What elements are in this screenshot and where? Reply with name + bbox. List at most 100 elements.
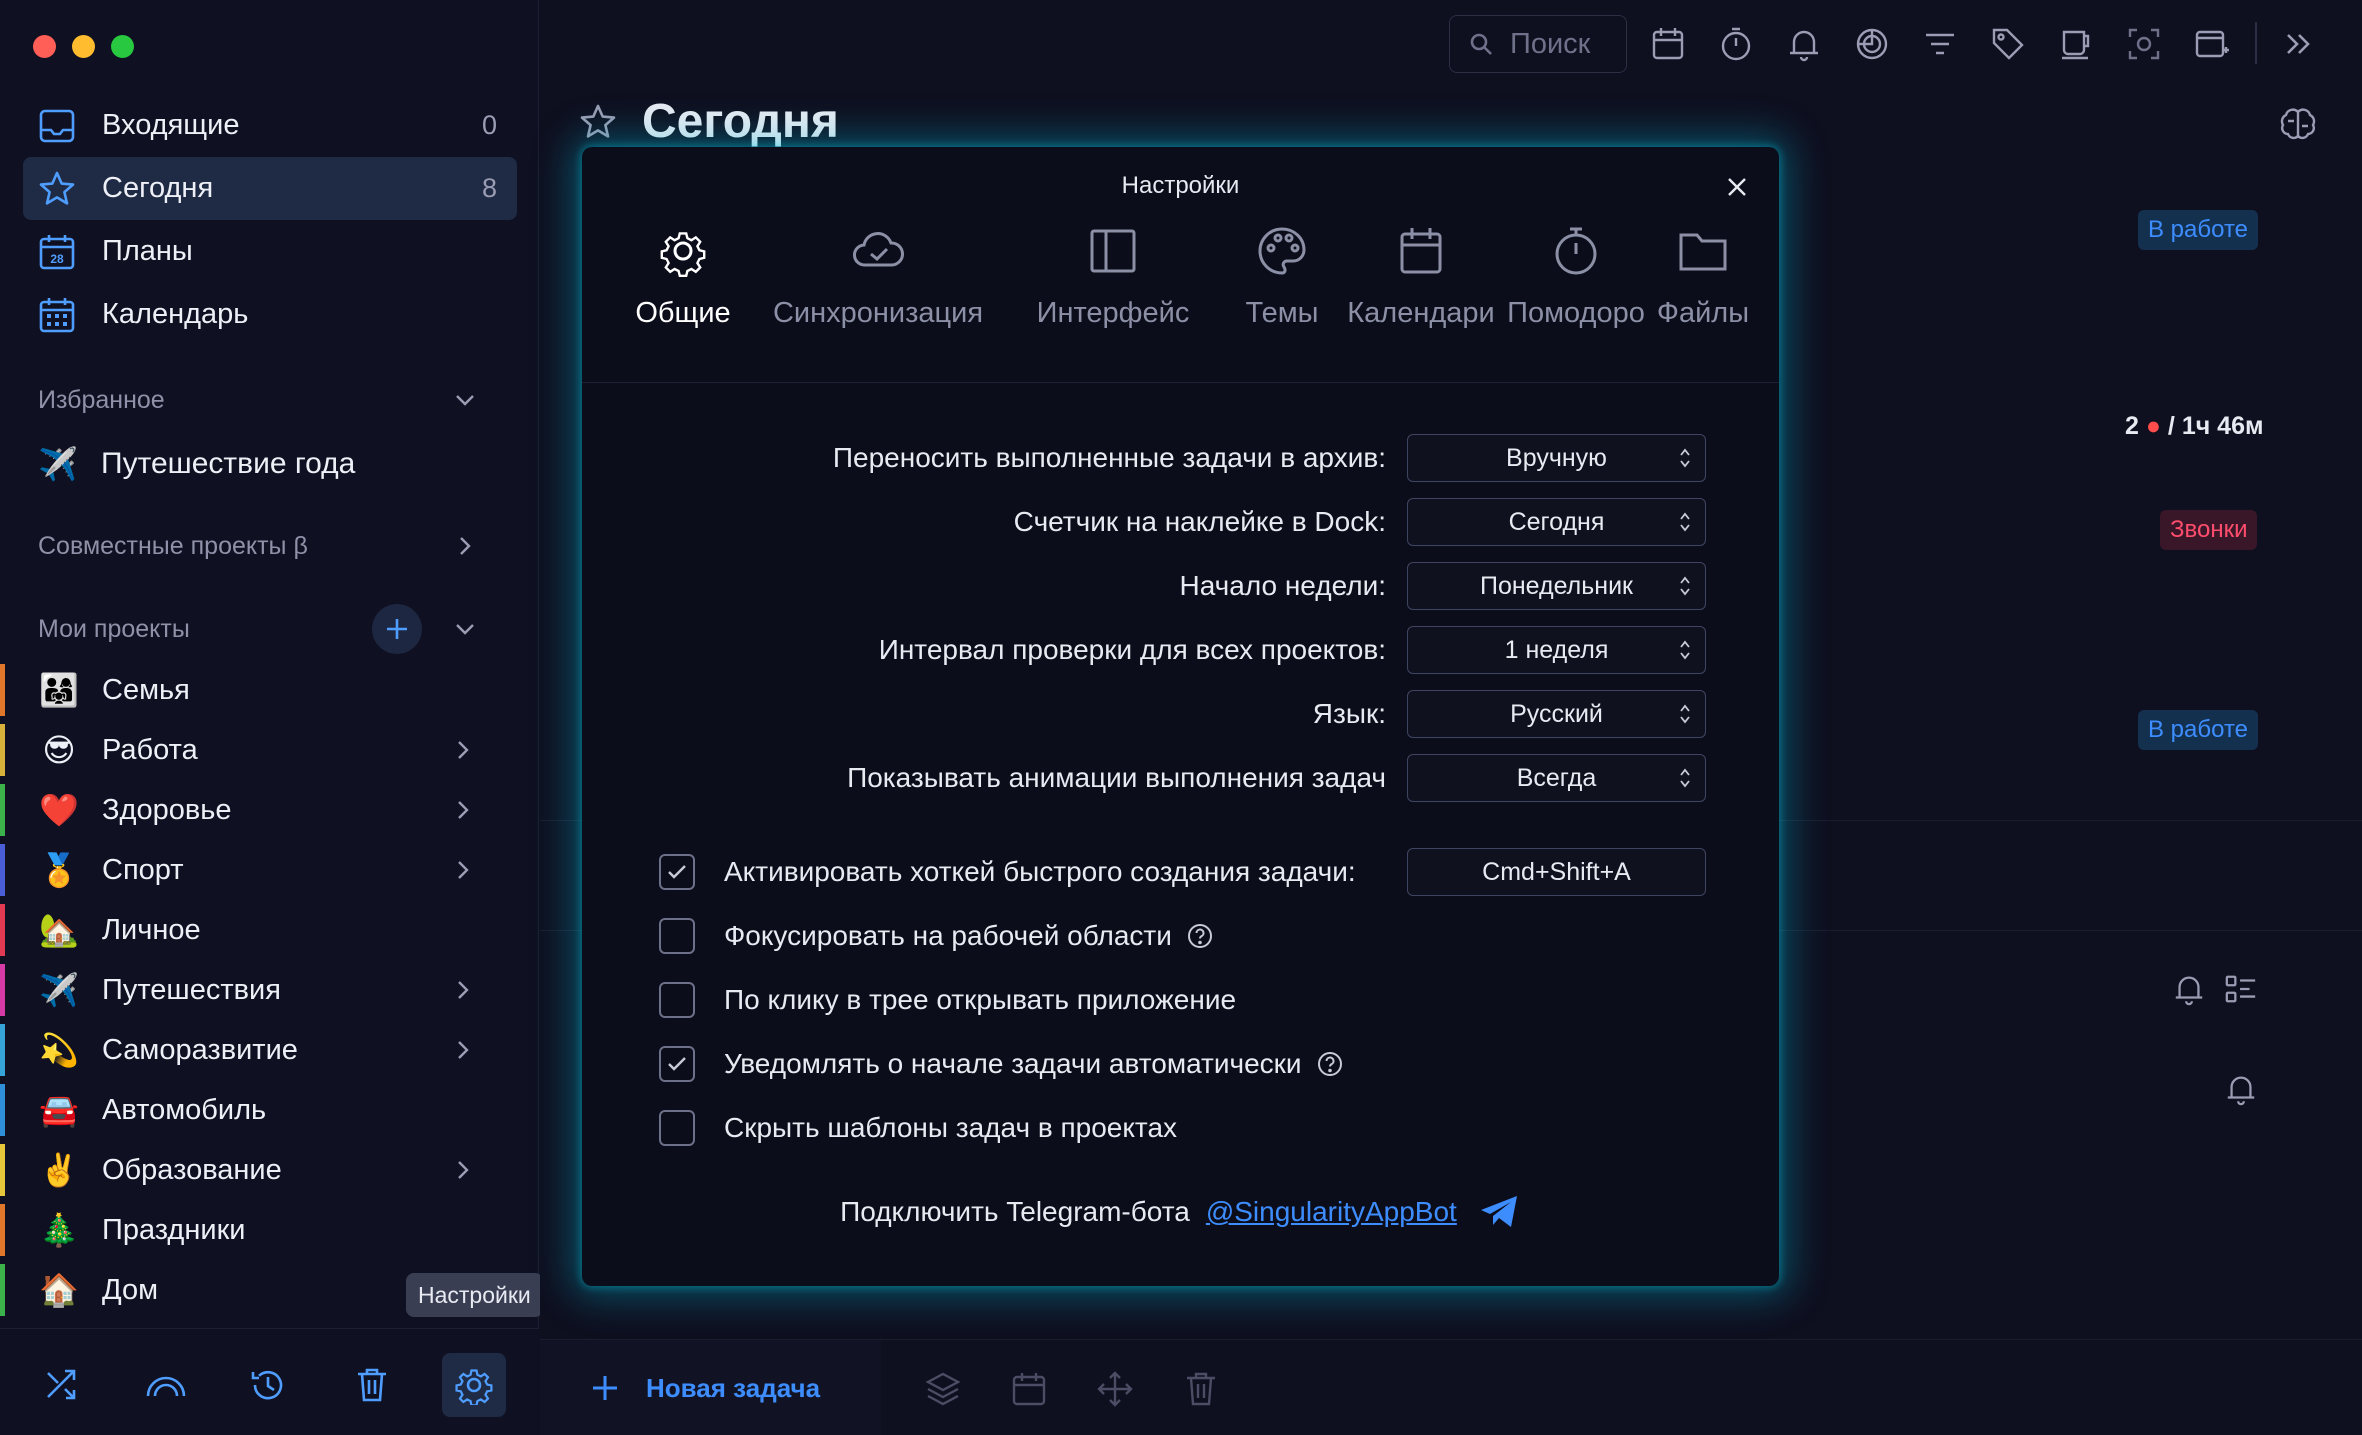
project-item[interactable]: 🎄 Праздники [0, 1200, 539, 1260]
favorites-section-header[interactable]: Избранное [38, 380, 478, 420]
filter-icon[interactable] [1922, 26, 1958, 62]
project-label: Праздники [102, 1213, 246, 1246]
shuffle-button[interactable] [30, 1353, 94, 1417]
tab-label: Интерфейс [1036, 297, 1190, 329]
week-start-select[interactable]: Понедельник [1407, 562, 1706, 610]
help-icon[interactable] [1316, 1050, 1344, 1078]
telegram-bot-link[interactable]: @SingularityAppBot [1206, 1196, 1457, 1228]
project-item[interactable]: ✈️ Путешествия [0, 960, 539, 1020]
palette-icon [1258, 227, 1306, 275]
zoom-window-button[interactable] [111, 35, 134, 58]
telegram-icon[interactable] [1479, 1194, 1521, 1230]
close-icon[interactable] [1723, 173, 1751, 201]
tab-themes[interactable]: Темы [1227, 223, 1337, 330]
focus-icon[interactable] [1854, 26, 1890, 62]
tab-calendars[interactable]: Календари [1346, 223, 1496, 330]
updown-arrows-icon [1680, 448, 1690, 468]
chevron-right-icon[interactable] [450, 1037, 476, 1063]
tray-click-checkbox[interactable] [659, 982, 695, 1018]
tab-files[interactable]: Файлы [1655, 223, 1751, 330]
folder-icon [1679, 233, 1727, 271]
hide-templates-row[interactable]: Скрыть шаблоны задач в проектах [659, 1104, 1177, 1152]
help-icon[interactable] [1186, 922, 1214, 950]
project-item[interactable]: 🚘 Автомобиль [0, 1080, 539, 1140]
cup-icon[interactable] [2058, 26, 2094, 62]
hotkey-field[interactable]: Cmd+Shift+A [1407, 848, 1706, 896]
nav-item-inbox[interactable]: Входящие 0 [23, 94, 517, 157]
review-interval-select[interactable]: 1 неделя [1407, 626, 1706, 674]
bell-icon[interactable] [2224, 1072, 2258, 1106]
focus-workspace-checkbox[interactable] [659, 918, 695, 954]
telegram-label: Подключить Telegram-бота [840, 1196, 1190, 1227]
tab-interface[interactable]: Интерфейс [1008, 223, 1218, 330]
dock-badge-select[interactable]: Сегодня [1407, 498, 1706, 546]
calendar-icon[interactable] [1010, 1370, 1048, 1408]
project-item[interactable]: 🏡 Личное [0, 900, 539, 960]
tab-sync[interactable]: Синхронизация [758, 223, 998, 330]
chevron-down-icon[interactable] [452, 616, 478, 642]
project-item[interactable]: 💫 Саморазвитие [0, 1020, 539, 1080]
nav-item-calendar[interactable]: Календарь [23, 283, 517, 346]
nav-item-plans[interactable]: 28 Планы [23, 220, 517, 283]
animation-select[interactable]: Всегда [1407, 754, 1706, 802]
history-button[interactable] [236, 1353, 300, 1417]
double-chevron-right-icon[interactable] [2280, 26, 2316, 62]
chevron-right-icon[interactable] [450, 857, 476, 883]
focus-workspace-row[interactable]: Фокусировать на рабочей области [659, 912, 1214, 960]
chevron-right-icon[interactable] [450, 977, 476, 1003]
nav-item-today[interactable]: Сегодня 8 [23, 157, 517, 220]
timer-icon[interactable] [1718, 26, 1754, 62]
hotkey-check-row[interactable]: Активировать хоткей быстрого создания за… [659, 848, 1356, 896]
add-project-button[interactable] [372, 604, 422, 654]
project-emoji-icon: 👨‍👩‍👧 [39, 672, 79, 708]
chevron-right-icon[interactable] [452, 533, 478, 559]
chevron-right-icon[interactable] [450, 1157, 476, 1183]
new-task-button[interactable]: Новая задача [540, 1340, 881, 1435]
project-item[interactable]: 🏅 Спорт [0, 840, 539, 900]
archive-select[interactable]: Вручную [1407, 434, 1706, 482]
project-item[interactable]: ✌️ Образование [0, 1140, 539, 1200]
sidebar-toolbar [0, 1328, 539, 1435]
trash-icon[interactable] [1182, 1370, 1220, 1408]
project-item[interactable]: ❤️ Здоровье [0, 780, 539, 840]
chevron-right-icon[interactable] [450, 797, 476, 823]
tag-icon[interactable] [1990, 26, 2026, 62]
layers-icon[interactable] [924, 1370, 962, 1408]
settings-button[interactable] [442, 1353, 506, 1417]
project-color-bar [0, 1204, 5, 1256]
project-item[interactable]: 😎 Работа [0, 720, 539, 780]
search-placeholder: Поиск [1510, 27, 1591, 60]
add-window-icon[interactable] [2194, 26, 2230, 62]
calendar-icon[interactable] [1650, 26, 1686, 62]
new-task-label: Новая задача [646, 1372, 821, 1403]
close-window-button[interactable] [33, 35, 56, 58]
move-icon[interactable] [1096, 1370, 1134, 1408]
auto-notify-checkbox[interactable] [659, 1046, 695, 1082]
trash-button[interactable] [340, 1353, 404, 1417]
hotkey-checkbox[interactable] [659, 854, 695, 890]
habits-button[interactable] [134, 1353, 198, 1417]
minimize-window-button[interactable] [72, 35, 95, 58]
auto-notify-row[interactable]: Уведомлять о начале задачи автоматически [659, 1040, 1344, 1088]
bell-icon[interactable] [1786, 26, 1822, 62]
project-item[interactable]: 👨‍👩‍👧 Семья [0, 660, 539, 720]
bell-icon[interactable] [2172, 972, 2206, 1006]
tag-badge[interactable]: Звонки [2160, 510, 2258, 550]
language-select[interactable]: Русский [1407, 690, 1706, 738]
search-field[interactable]: Поиск [1449, 15, 1627, 73]
hide-templates-checkbox[interactable] [659, 1110, 695, 1146]
tab-pomodoro[interactable]: Помодоро [1503, 223, 1649, 330]
chevron-down-icon[interactable] [452, 387, 478, 413]
chevron-right-icon[interactable] [450, 737, 476, 763]
tab-general[interactable]: Общие [618, 223, 748, 330]
shared-projects-header[interactable]: Совместные проекты β [38, 526, 478, 566]
select-value: Сегодня [1508, 507, 1605, 536]
tray-click-row[interactable]: По клику в трее открывать приложение [659, 976, 1236, 1024]
favorite-item[interactable]: ✈️ Путешествие года [37, 436, 497, 492]
updown-arrows-icon [1680, 704, 1690, 724]
screenshot-icon[interactable] [2126, 26, 2162, 62]
brain-icon[interactable] [2278, 104, 2318, 144]
status-badge[interactable]: В работе [2138, 210, 2259, 250]
subtasks-icon[interactable] [2224, 972, 2258, 1006]
status-badge[interactable]: В работе [2138, 710, 2259, 750]
